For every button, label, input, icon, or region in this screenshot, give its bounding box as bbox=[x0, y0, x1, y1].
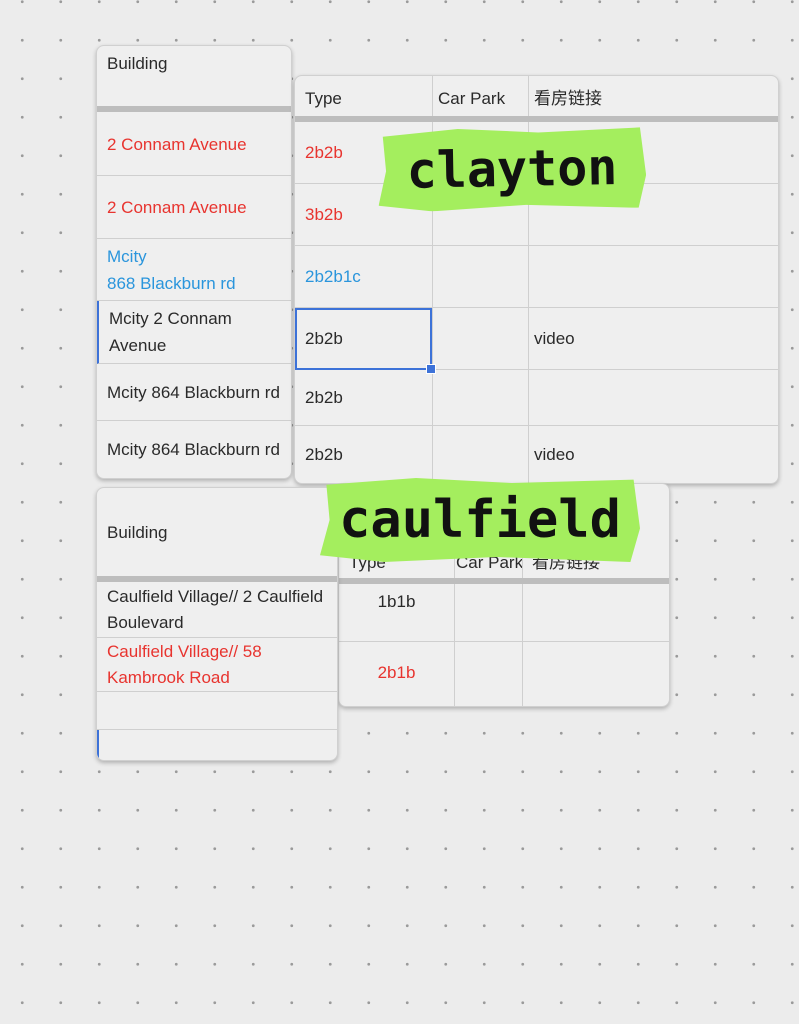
table-cell[interactable]: 2b1b bbox=[339, 642, 454, 702]
table-cell-car-park[interactable] bbox=[432, 308, 528, 370]
table-cell-type[interactable]: 2b2b bbox=[295, 370, 432, 426]
column-header-type[interactable]: Type bbox=[295, 76, 432, 116]
table-cell-type[interactable]: 2b2b1c bbox=[295, 246, 432, 308]
table-cell-link[interactable] bbox=[528, 370, 778, 426]
column-header-car-park[interactable]: Car Park bbox=[432, 76, 528, 116]
table-cell[interactable]: Caulfield Village// 58 Kambrook Road bbox=[97, 638, 337, 692]
table-cell-type[interactable]: 2b2b bbox=[295, 308, 432, 370]
table-cell-type[interactable]: 2b2b bbox=[295, 426, 432, 483]
caulfield-label-sticker: caulfield bbox=[320, 478, 640, 562]
table-cell[interactable]: Mcity 864 Blackburn rd bbox=[97, 364, 291, 421]
selection-fill-handle[interactable] bbox=[426, 364, 436, 374]
building-header: Building bbox=[107, 522, 168, 542]
table-cell[interactable]: Caulfield Village// 2 Caulfield Boulevar… bbox=[97, 583, 337, 638]
table-cell-car-park[interactable] bbox=[432, 426, 528, 483]
clayton-building-table: Building 2 Connam Avenue 2 Connam Avenue… bbox=[96, 45, 292, 479]
table-cell-car-park[interactable] bbox=[432, 246, 528, 308]
building-header: Building bbox=[107, 54, 168, 73]
table-cell[interactable] bbox=[97, 730, 337, 760]
table-cell-link[interactable] bbox=[528, 246, 778, 308]
caulfield-building-table: Building Caulfield Village// 2 Caulfield… bbox=[96, 487, 338, 761]
table-cell[interactable]: 2 Connam Avenue bbox=[97, 176, 291, 239]
table-cell-car-park[interactable] bbox=[432, 370, 528, 426]
column-header-link[interactable]: 看房链接 bbox=[528, 76, 778, 116]
table-cell-link[interactable]: video bbox=[528, 426, 778, 483]
table-cell[interactable]: Mcity 868 Blackburn rd bbox=[97, 239, 291, 301]
table-cell[interactable]: Mcity 864 Blackburn rd bbox=[97, 421, 291, 478]
header-divider bbox=[97, 576, 337, 582]
table-cell[interactable]: Mcity 2 Connam Avenue bbox=[97, 301, 291, 364]
header-divider bbox=[97, 106, 291, 112]
table-cell[interactable]: 1b1b bbox=[339, 584, 454, 642]
table-cell[interactable]: 2 Connam Avenue bbox=[97, 113, 291, 176]
clayton-label-sticker: clayton bbox=[377, 126, 646, 213]
table-cell-link[interactable]: video bbox=[528, 308, 778, 370]
table-cell[interactable] bbox=[97, 692, 337, 730]
